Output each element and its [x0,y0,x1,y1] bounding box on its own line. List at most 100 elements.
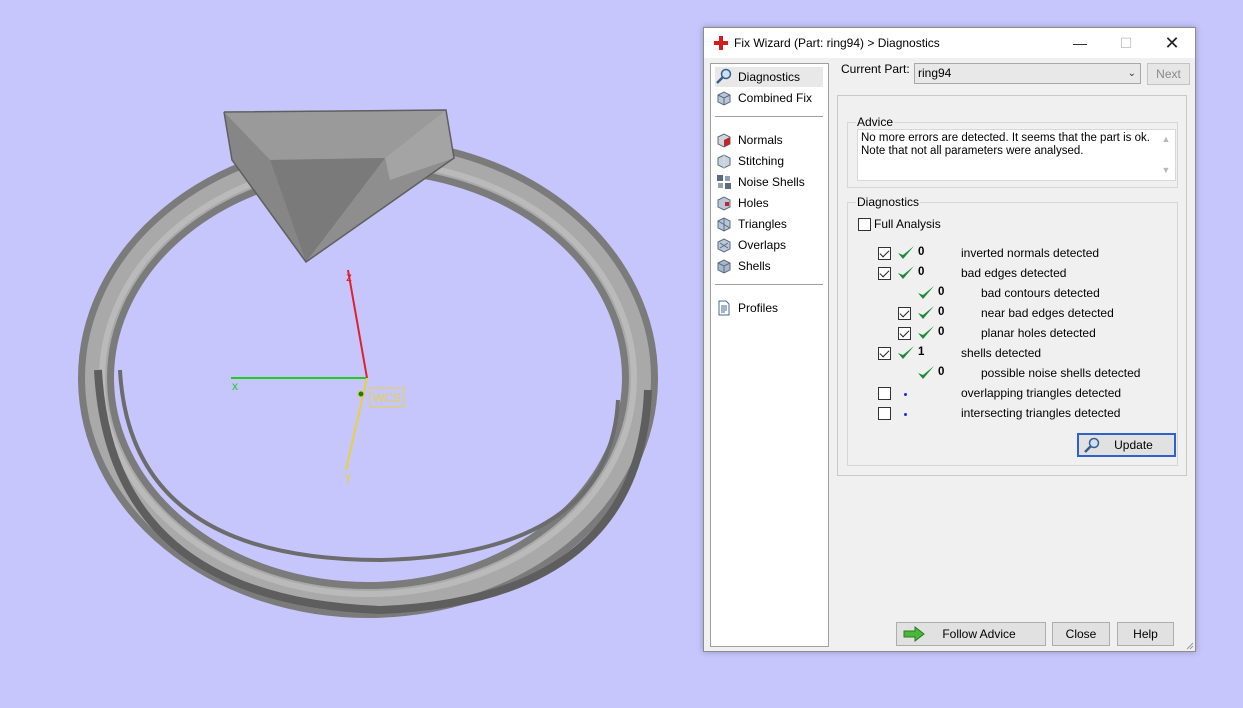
bad-contours-count: 0 [938,286,945,298]
shells-cube-icon [715,257,733,275]
triangles-cube-icon [715,215,733,233]
sidebar-divider [715,116,823,117]
stitching-cube-icon [715,152,733,170]
sidebar-item-label: Diagnostics [738,70,801,84]
current-part-value: ring94 [918,66,952,80]
inverted-normals-checkbox[interactable] [878,247,891,260]
x-axis-label: x [232,379,238,393]
planar-holes-label: planar holes detected [981,326,1096,340]
bad-contours-label: bad contours detected [981,286,1100,300]
green-arrow-icon [903,625,925,645]
z-axis-label: z [346,270,352,284]
check-icon [918,306,934,319]
wcs-label: WCS [373,391,401,405]
sidebar-item-triangles[interactable]: Triangles [715,214,823,234]
advice-text: No more errors are detected. It seems th… [857,129,1176,181]
diagnostics-group: Diagnostics Full Analysis 0 inverted nor… [847,195,1178,466]
bad-edges-checkbox[interactable] [878,267,891,280]
noise-shells-label: possible noise shells detected [981,366,1141,380]
minimize-button[interactable]: — [1057,28,1103,58]
near-bad-edges-checkbox[interactable] [898,307,911,320]
full-analysis-label: Full Analysis [874,217,941,231]
scroll-up-icon[interactable]: ▲ [1162,133,1171,146]
document-icon [715,299,733,317]
chevron-down-icon: ⌄ [1127,68,1136,79]
diagnostics-label: Diagnostics [856,195,921,209]
sidebar-item-holes[interactable]: Holes [715,193,823,213]
check-icon [918,286,934,299]
planar-holes-checkbox[interactable] [898,327,911,340]
advice-label: Advice [856,115,895,129]
current-part-select[interactable]: ring94 ⌄ [914,63,1141,84]
inverted-normals-count: 0 [918,246,925,258]
cube-icon [715,89,733,107]
noise-shells-icon [715,173,733,191]
sidebar-item-shells[interactable]: Shells [715,256,823,276]
advice-line: Note that not all parameters were analys… [861,145,1084,157]
intersecting-triangles-label: intersecting triangles detected [961,406,1121,420]
overlaps-cube-icon [715,236,733,254]
advice-group: Advice No more errors are detected. It s… [847,115,1178,188]
check-icon [918,326,934,339]
normals-cube-icon [715,131,733,149]
check-icon [898,246,914,259]
sidebar-item-label: Combined Fix [738,91,813,105]
planar-holes-count: 0 [938,326,945,338]
sidebar-item-stitching[interactable]: Stitching [715,151,823,171]
sidebar-item-label: Holes [738,196,769,210]
sidebar-item-overlaps[interactable]: Overlaps [715,235,823,255]
advice-scrollbar[interactable]: ▲ ▼ [1157,130,1175,180]
bad-edges-label: bad edges detected [961,266,1067,280]
sidebar-item-combined-fix[interactable]: Combined Fix [715,88,823,108]
shells-label: shells detected [961,346,1042,360]
close-button[interactable]: Close [1052,622,1110,646]
viewport-canvas[interactable]: x z y WCS [0,0,700,708]
overlapping-triangles-label: overlapping triangles detected [961,386,1122,400]
advice-line: No more errors are detected. It seems th… [861,132,1150,144]
sidebar-item-label: Profiles [738,301,779,315]
sidebar-item-label: Noise Shells [738,175,805,189]
sidebar: Diagnostics Combined Fix Normals Stitchi… [710,63,829,647]
sidebar-item-normals[interactable]: Normals [715,130,823,150]
check-icon [898,346,914,359]
sidebar-item-label: Normals [738,133,783,147]
window-title: Fix Wizard (Part: ring94) > Diagnostics [734,36,940,50]
follow-advice-label: Follow Advice [942,627,1016,641]
magnifier-icon [1083,437,1101,458]
close-window-button[interactable]: ✕ [1149,28,1195,58]
near-bad-edges-label: near bad edges detected [981,306,1114,320]
pending-dot-icon [904,393,907,396]
wcs-axes [231,269,405,471]
title-bar[interactable]: Fix Wizard (Part: ring94) > Diagnostics … [704,28,1195,58]
update-label: Update [1114,438,1153,452]
noise-shells-count: 0 [938,366,945,378]
check-icon [898,266,914,279]
next-button[interactable]: Next [1147,63,1190,85]
sidebar-item-label: Triangles [738,217,787,231]
follow-advice-button[interactable]: Follow Advice [896,622,1046,646]
red-cross-icon [712,34,730,52]
intersecting-triangles-checkbox[interactable] [878,407,891,420]
current-part-label: Current Part: [841,62,910,76]
pending-dot-icon [904,413,907,416]
shells-count: 1 [918,346,925,358]
resize-grip-icon[interactable] [1184,640,1194,650]
scroll-down-icon[interactable]: ▼ [1162,164,1171,177]
sidebar-item-profiles[interactable]: Profiles [715,298,823,318]
overlapping-triangles-checkbox[interactable] [878,387,891,400]
update-button[interactable]: Update [1077,433,1176,457]
y-axis-label: y [345,469,351,483]
maximize-button[interactable]: ☐ [1103,28,1149,58]
ring-model [78,109,658,618]
3d-viewport[interactable]: x z y WCS [0,0,700,708]
sidebar-item-label: Overlaps [738,238,787,252]
help-button[interactable]: Help [1117,622,1174,646]
shells-checkbox[interactable] [878,347,891,360]
near-bad-edges-count: 0 [938,306,945,318]
fix-wizard-window: Fix Wizard (Part: ring94) > Diagnostics … [703,27,1196,652]
full-analysis-checkbox[interactable] [858,218,871,231]
diagnostics-panel: Advice No more errors are detected. It s… [837,95,1187,476]
sidebar-item-noise-shells[interactable]: Noise Shells [715,172,823,192]
check-icon [918,366,934,379]
sidebar-item-diagnostics[interactable]: Diagnostics [715,67,823,87]
